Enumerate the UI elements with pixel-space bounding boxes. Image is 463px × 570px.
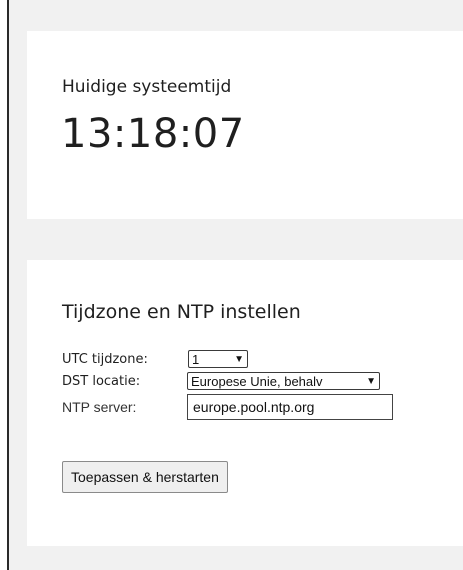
dst-label: DST locatie: bbox=[62, 373, 141, 389]
dst-selected-value: Europese Unie, behalv bbox=[191, 373, 323, 389]
system-time-value: 13:18:07 bbox=[61, 111, 245, 157]
timezone-ntp-title: Tijdzone en NTP instellen bbox=[62, 301, 301, 323]
ntp-label: NTP server: bbox=[62, 399, 137, 415]
timezone-ntp-card: Tijdzone en NTP instellen UTC tijdzone: … bbox=[27, 260, 463, 546]
chevron-down-icon: ▼ bbox=[366, 375, 376, 387]
ntp-server-input[interactable]: europe.pool.ntp.org bbox=[187, 394, 393, 420]
dst-location-select[interactable]: Europese Unie, behalv ▼ bbox=[187, 372, 380, 390]
chevron-down-icon: ▼ bbox=[234, 353, 244, 365]
utc-row: UTC tijdzone: 1 ▼ bbox=[62, 348, 248, 370]
system-time-label: Huidige systeemtijd bbox=[62, 77, 232, 97]
ntp-server-value: europe.pool.ntp.org bbox=[193, 399, 315, 415]
system-time-card: Huidige systeemtijd 13:18:07 bbox=[27, 31, 463, 219]
apply-restart-button[interactable]: Toepassen & herstarten bbox=[62, 461, 228, 493]
utc-timezone-select[interactable]: 1 ▼ bbox=[188, 350, 248, 368]
ntp-row: NTP server: europe.pool.ntp.org bbox=[62, 392, 393, 422]
utc-selected-value: 1 bbox=[192, 351, 200, 367]
dst-row: DST locatie: Europese Unie, behalv ▼ bbox=[62, 370, 380, 392]
page-frame: Huidige systeemtijd 13:18:07 Tijdzone en… bbox=[7, 0, 463, 570]
utc-label: UTC tijdzone: bbox=[62, 351, 148, 367]
